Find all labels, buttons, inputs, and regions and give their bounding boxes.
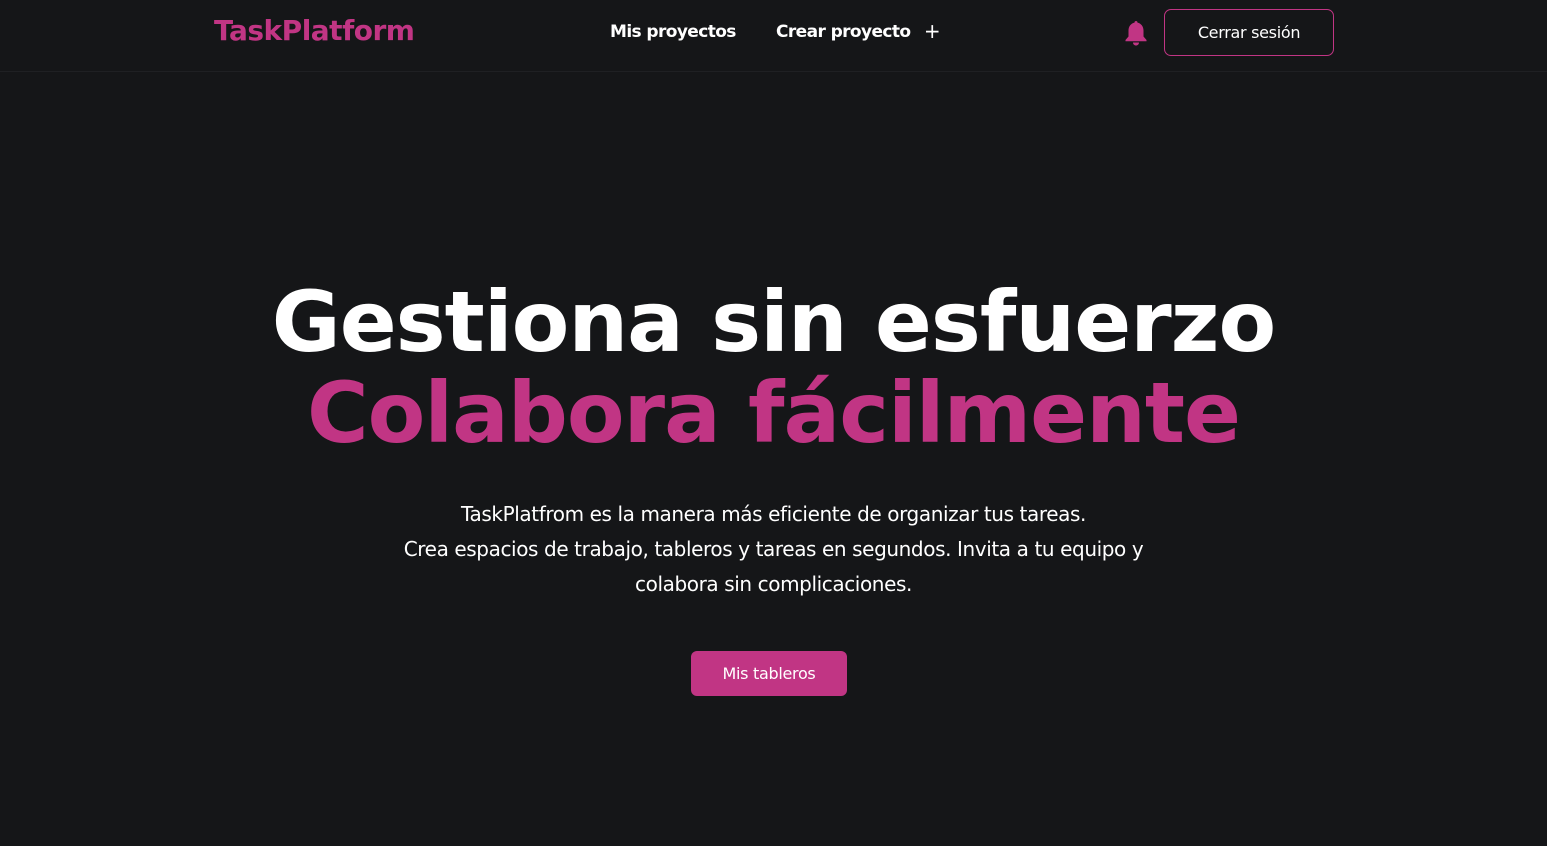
hero-title-primary: Gestiona sin esfuerzo xyxy=(271,273,1276,371)
plus-icon: + xyxy=(923,19,941,43)
hero-description-line: TaskPlatfrom es la manera más eficiente … xyxy=(461,502,1086,526)
hero-description-line: Crea espacios de trabajo, tableros y tar… xyxy=(403,537,1144,561)
hero-title-accent: Colabora fácilmente xyxy=(306,364,1241,462)
nav-create-project[interactable]: Crear proyecto + xyxy=(776,19,941,43)
nav-my-projects[interactable]: Mis proyectos xyxy=(610,22,736,42)
brand-logo[interactable]: TaskPlatform xyxy=(214,14,415,47)
nav-my-projects-label: Mis proyectos xyxy=(610,22,736,42)
bell-icon[interactable] xyxy=(1123,19,1149,47)
nav-create-project-label: Crear proyecto xyxy=(776,22,911,42)
hero-description: TaskPlatfrom es la manera más eficiente … xyxy=(0,497,1547,602)
my-boards-button[interactable]: Mis tableros xyxy=(691,651,847,696)
hero-section: Gestiona sin esfuerzo Colabora fácilment… xyxy=(0,275,1547,457)
top-navbar: TaskPlatform Mis proyectos Crear proyect… xyxy=(0,0,1547,72)
hero-description-line: colabora sin complicaciones. xyxy=(635,572,912,596)
logout-button[interactable]: Cerrar sesión xyxy=(1164,9,1334,56)
